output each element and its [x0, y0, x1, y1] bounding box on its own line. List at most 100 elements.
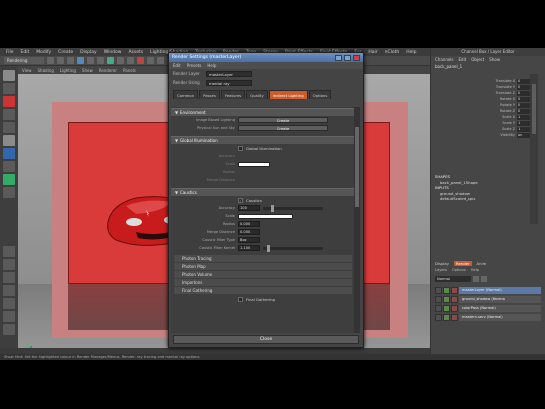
viewport-menu-lighting[interactable]: Lighting: [60, 68, 76, 73]
dialog-menu-edit[interactable]: Edit: [173, 63, 181, 68]
persp-graph-layout-icon[interactable]: [3, 285, 15, 296]
section-caustics[interactable]: ▼ Caustics: [171, 188, 355, 196]
lasso-tool-icon[interactable]: [3, 83, 15, 94]
tab-display-layers[interactable]: Display: [435, 261, 449, 266]
close-button[interactable]: Close: [173, 335, 359, 344]
caustic-filter-kernel-slider[interactable]: [263, 244, 323, 252]
last-tool-icon[interactable]: [3, 187, 15, 198]
layer-color-swatch[interactable]: [451, 286, 458, 294]
tab-options[interactable]: Options: [308, 90, 332, 99]
scrollbar-thumb[interactable]: [532, 84, 536, 134]
caustic-accuracy-field[interactable]: 100: [238, 205, 260, 211]
layer-menu-help[interactable]: Help: [471, 268, 479, 272]
render-frame-icon[interactable]: [137, 57, 144, 64]
ibl-create-button[interactable]: Create: [238, 117, 328, 123]
layer-row[interactable]: masterLayer (Normal): [435, 286, 541, 294]
new-layer-icon[interactable]: [473, 275, 479, 282]
menu-file[interactable]: File: [6, 50, 14, 55]
slider-handle[interactable]: [267, 244, 270, 252]
input-node[interactable]: defaultScaled_spiz: [435, 196, 535, 202]
caustics-checkbox[interactable]: ✓: [238, 197, 243, 203]
channel-box-scrollbar[interactable]: [530, 74, 538, 224]
layer-menu-options[interactable]: Options: [452, 268, 466, 272]
manipulator-tool-icon[interactable]: [3, 148, 15, 159]
menu-window[interactable]: Window: [104, 50, 122, 55]
snap-grid-icon[interactable]: [107, 57, 114, 64]
close-icon[interactable]: [353, 54, 360, 61]
menu-set-dropdown[interactable]: Rendering: [4, 57, 44, 64]
render-using-dropdown[interactable]: mental ray: [206, 79, 252, 86]
layer-row[interactable]: colorPass (Normal): [435, 304, 541, 312]
section-global-illumination[interactable]: ▼ Global Illumination: [171, 136, 355, 144]
render-settings-icon[interactable]: [157, 57, 164, 64]
layer-menu-layers[interactable]: Layers: [435, 268, 447, 272]
viewport-menu-renderer[interactable]: Renderer: [99, 68, 117, 73]
attr-row[interactable]: Visibility on: [435, 132, 535, 138]
layer-name[interactable]: masterLayer (Normal): [459, 286, 541, 294]
layer-row[interactable]: mastern.serv (Normal): [435, 313, 541, 321]
ipr-render-icon[interactable]: [147, 57, 154, 64]
menu-ncloth[interactable]: nCloth: [385, 50, 400, 55]
caustic-scale-swatch[interactable]: [238, 213, 293, 219]
layer-name[interactable]: colorPass (Normal): [459, 304, 541, 312]
tab-passes[interactable]: Passes: [199, 90, 220, 99]
dialog-titlebar[interactable]: Render Settings (masterLayer): [169, 53, 363, 62]
open-scene-icon[interactable]: [57, 57, 64, 64]
save-scene-icon[interactable]: [67, 57, 74, 64]
layer-color-swatch[interactable]: [451, 313, 458, 321]
side-by-side-layout-icon[interactable]: [3, 272, 15, 283]
layer-color-swatch[interactable]: [443, 295, 450, 303]
channel-box-menu-object[interactable]: Object: [471, 57, 484, 62]
tab-quality[interactable]: Quality: [246, 90, 268, 99]
channel-box-menu-show[interactable]: Show: [489, 57, 500, 62]
select-tool-icon[interactable]: [3, 70, 15, 81]
section-environment[interactable]: ▼ Environment: [171, 108, 355, 116]
render-view-layout-icon[interactable]: [3, 324, 15, 335]
menu-hair[interactable]: Hair: [368, 50, 377, 55]
channel-box-menu-edit[interactable]: Edit: [459, 57, 467, 62]
final-gather-checkbox[interactable]: [238, 296, 243, 302]
show-manipulator-icon[interactable]: [3, 174, 15, 185]
rotate-tool-icon[interactable]: [3, 122, 15, 133]
sun-sky-create-button[interactable]: Create: [238, 125, 328, 131]
persp-outliner-layout-icon[interactable]: [3, 298, 15, 309]
menu-edit[interactable]: Edit: [21, 50, 30, 55]
new-layer-selected-icon[interactable]: [481, 275, 487, 282]
hypershade-layout-icon[interactable]: [3, 311, 15, 322]
render-layer-dropdown[interactable]: masterLayer: [206, 70, 252, 77]
tab-indirect-lighting[interactable]: Indirect Lighting: [268, 90, 308, 99]
layer-row[interactable]: ground_shadow (Norma: [435, 295, 541, 303]
select-component-icon[interactable]: [97, 57, 104, 64]
gi-scale-swatch[interactable]: [238, 161, 270, 167]
minimize-icon[interactable]: [335, 54, 342, 61]
menu-create[interactable]: Create: [58, 50, 73, 55]
section-photon-tracing[interactable]: Photon Tracing: [174, 255, 352, 262]
menu-help[interactable]: Help: [406, 50, 416, 55]
tab-anim-layers[interactable]: Anim: [477, 261, 487, 266]
section-importons[interactable]: Importons: [174, 279, 352, 286]
tab-render-layers[interactable]: Render: [454, 261, 472, 266]
select-object-icon[interactable]: [87, 57, 94, 64]
layer-color-swatch[interactable]: [451, 295, 458, 303]
snap-point-icon[interactable]: [127, 57, 134, 64]
gi-checkbox[interactable]: [238, 145, 243, 151]
viewport-menu-view[interactable]: View: [22, 68, 32, 73]
render-toggle-icon[interactable]: [435, 313, 442, 321]
section-photon-map[interactable]: Photon Map: [174, 263, 352, 270]
channel-box-menu-channels[interactable]: Channels: [435, 57, 454, 62]
caustic-filter-kernel-field[interactable]: 1.100: [238, 245, 260, 251]
viewport-menu-shading[interactable]: Shading: [38, 68, 54, 73]
caustic-radius-field[interactable]: 0.000: [238, 221, 260, 227]
selected-object-name[interactable]: back_panel_1: [431, 63, 545, 70]
tab-common[interactable]: Common: [173, 90, 199, 99]
single-view-layout-icon[interactable]: [3, 246, 15, 257]
four-view-layout-icon[interactable]: [3, 259, 15, 270]
layer-name[interactable]: ground_shadow (Norma: [459, 295, 541, 303]
layer-color-swatch[interactable]: [443, 304, 450, 312]
scrollbar-thumb[interactable]: [355, 127, 359, 207]
viewport-menu-show[interactable]: Show: [82, 68, 93, 73]
dialog-menu-presets[interactable]: Presets: [187, 63, 202, 68]
select-hierarchy-icon[interactable]: [77, 57, 84, 64]
slider-handle[interactable]: [271, 204, 274, 212]
snap-curve-icon[interactable]: [117, 57, 124, 64]
